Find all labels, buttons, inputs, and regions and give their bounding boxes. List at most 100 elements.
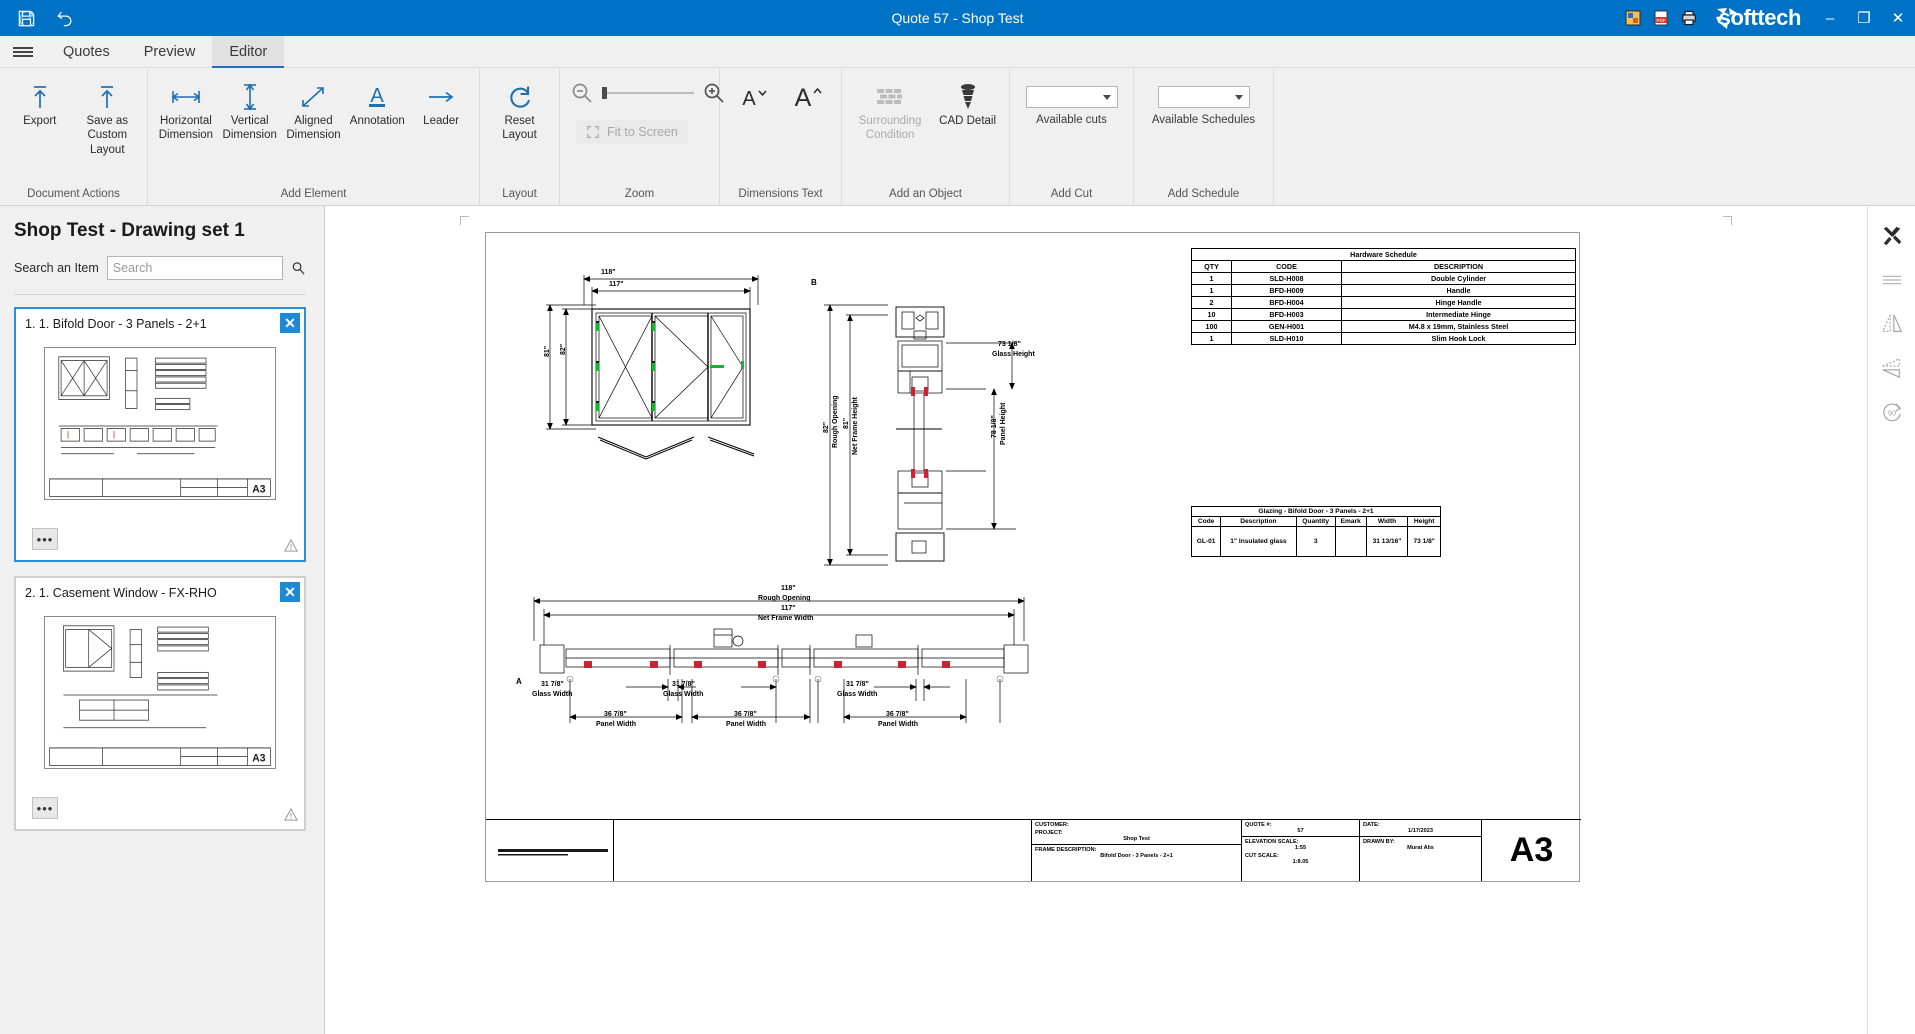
decrease-text-size-button[interactable]: A <box>726 72 781 114</box>
cell-emark <box>1335 527 1366 557</box>
zoom-slider-knob[interactable] <box>602 87 607 99</box>
glazing-col-height: Height <box>1408 517 1441 527</box>
cell-description: Handle <box>1342 285 1576 297</box>
vertical-dimension-icon <box>240 80 260 114</box>
mirror-vertical-icon[interactable] <box>1872 304 1912 344</box>
title-block-quote-scale-cell: QUOTE #: 57 ELEVATION SCALE: 1:55 CUT SC… <box>1242 820 1360 881</box>
tools-icon[interactable] <box>1872 216 1912 256</box>
aligned-dimension-button[interactable]: Aligned Dimension <box>282 72 346 143</box>
section-glass-height: 73 1/8" <box>998 341 1021 348</box>
tab-quotes[interactable]: Quotes <box>46 36 127 67</box>
available-schedules-dropdown[interactable] <box>1158 86 1250 108</box>
drawing-sheet: 118" 117" 81" 82" B <box>485 232 1580 882</box>
table-row: 1 BFD-H009 Handle <box>1192 285 1576 297</box>
svg-text:A: A <box>743 88 757 110</box>
hardware-col-qty: QTY <box>1192 261 1232 273</box>
ribbon-group-dimensions-text: A A Dimensions Text <box>720 68 842 205</box>
reset-layout-button[interactable]: Reset Layout <box>486 72 553 143</box>
group-label-document-actions: Document Actions <box>0 188 147 205</box>
drawn-by-value: Murat Alis <box>1360 845 1481 851</box>
cell-code: SLD-H008 <box>1232 273 1342 285</box>
warning-icon <box>284 808 298 821</box>
page-title: Shop Test - Drawing set 1 <box>14 220 306 242</box>
plan-panel-width-3: 36 7/8" <box>886 711 909 718</box>
leader-arrow-icon <box>426 80 456 114</box>
plan-glass-width-label-1: Glass Width <box>532 691 572 698</box>
drawing-thumbnail: A3 <box>44 347 276 500</box>
zoom-slider[interactable] <box>602 92 694 94</box>
section-panel-height: 78 1/8" <box>991 415 998 438</box>
ribbon-group-document-actions: Export Save as Custom Layout Document Ac… <box>0 68 148 205</box>
svg-text:A: A <box>794 84 811 112</box>
item-more-button[interactable]: ••• <box>32 797 58 819</box>
cell-code: BFD-H003 <box>1232 309 1342 321</box>
list-item[interactable]: 1. 1. Bifold Door - 3 Panels - 2+1 ✕ <box>14 307 306 562</box>
table-row: 10 BFD-H003 Intermediate Hinge <box>1192 309 1576 321</box>
table-row: 100 GEN-H001 M4.8 x 19mm, Stainless Stee… <box>1192 321 1576 333</box>
remove-item-button[interactable]: ✕ <box>280 582 300 602</box>
plan-glass-width-3: 31 7/8" <box>846 681 869 688</box>
glazing-col-description: Description <box>1221 517 1296 527</box>
increase-text-size-button[interactable]: A <box>781 72 836 114</box>
section-drawing <box>816 293 1046 583</box>
glazing-schedule-title: Glazing - Bifold Door - 3 Panels - 2+1 <box>1192 507 1441 517</box>
drawing-canvas[interactable]: 118" 117" 81" 82" B <box>325 206 1867 1034</box>
undo-icon[interactable] <box>46 3 82 33</box>
search-input[interactable]: Search <box>107 256 283 280</box>
horizontal-lines-icon[interactable] <box>1872 260 1912 300</box>
vertical-dimension-label: Vertical Dimension <box>218 114 282 143</box>
available-cuts-dropdown[interactable] <box>1026 86 1118 108</box>
frame-description-value: Bifold Door - 3 Panels - 2+1 <box>1032 853 1241 859</box>
svg-text:A3: A3 <box>252 752 265 765</box>
tab-editor[interactable]: Editor <box>212 36 284 67</box>
plan-glass-width-label-3: Glass Width <box>837 691 877 698</box>
fit-to-screen-icon <box>586 125 600 139</box>
plan-net-frame-width: 117" <box>781 605 796 612</box>
decrease-text-size-icon: A <box>736 80 770 114</box>
cad-detail-button[interactable]: CAD Detail <box>932 72 1003 128</box>
right-toolbar: 90 <box>1867 206 1915 1034</box>
cell-code: GEN-H001 <box>1232 321 1342 333</box>
image-export-icon[interactable] <box>1619 6 1647 30</box>
horizontal-dimension-button[interactable]: Horizontal Dimension <box>154 72 218 143</box>
remove-item-button[interactable]: ✕ <box>280 313 300 333</box>
search-icon[interactable] <box>291 261 306 276</box>
minimize-button[interactable]: – <box>1813 0 1847 36</box>
zoom-out-icon[interactable] <box>570 81 594 105</box>
leader-button[interactable]: Leader <box>409 72 473 128</box>
menu-hamburger-icon[interactable] <box>0 36 46 67</box>
cut-scale-label: CUT SCALE: <box>1242 851 1359 859</box>
canvas-corner-marker <box>1723 216 1732 225</box>
glazing-col-code: Code <box>1192 517 1221 527</box>
surrounding-condition-button[interactable]: Surrounding Condition <box>848 72 932 143</box>
export-button[interactable]: Export <box>6 72 74 128</box>
available-cuts-control: Available cuts <box>1020 72 1124 126</box>
annotation-button[interactable]: A Annotation <box>345 72 409 128</box>
item-more-button[interactable]: ••• <box>32 528 58 550</box>
close-button[interactable]: ✕ <box>1881 0 1915 36</box>
export-up-arrow-icon <box>29 80 51 114</box>
elevation-height-inner: 82" <box>560 344 567 355</box>
project-value: Shop Test <box>1032 836 1241 842</box>
refresh-icon[interactable] <box>8 3 44 33</box>
plan-glass-width-1: 31 7/8" <box>541 681 564 688</box>
list-item[interactable]: 2. 1. Casement Window - FX-RHO ✕ <box>14 576 306 831</box>
fit-to-screen-button[interactable]: Fit to Screen <box>576 120 688 144</box>
hardware-col-code: CODE <box>1232 261 1342 273</box>
title-block-date-drawnby-cell: DATE: 1/17/2023 DRAWN BY: Murat Alis <box>1360 820 1482 881</box>
mirror-horizontal-icon[interactable] <box>1872 348 1912 388</box>
pdf-export-icon[interactable]: PDF <box>1647 6 1675 30</box>
save-as-custom-layout-button[interactable]: Save as Custom Layout <box>74 72 142 157</box>
cell-width: 31 13/16" <box>1366 527 1408 557</box>
plan-panel-width-label-2: Panel Width <box>726 721 766 728</box>
print-icon[interactable] <box>1675 6 1703 30</box>
cell-description: Hinge Handle <box>1342 297 1576 309</box>
rotate-90-icon[interactable]: 90 <box>1872 392 1912 432</box>
title-block-spacer-cell <box>614 820 1032 881</box>
vertical-dimension-button[interactable]: Vertical Dimension <box>218 72 282 143</box>
cell-qty: 1 <box>1192 333 1232 345</box>
cut-scale-value: 1:8.05 <box>1242 859 1359 865</box>
maximize-button[interactable]: ❐ <box>1847 0 1881 36</box>
tab-preview[interactable]: Preview <box>127 36 213 67</box>
save-as-custom-layout-label: Save as Custom Layout <box>74 114 142 157</box>
